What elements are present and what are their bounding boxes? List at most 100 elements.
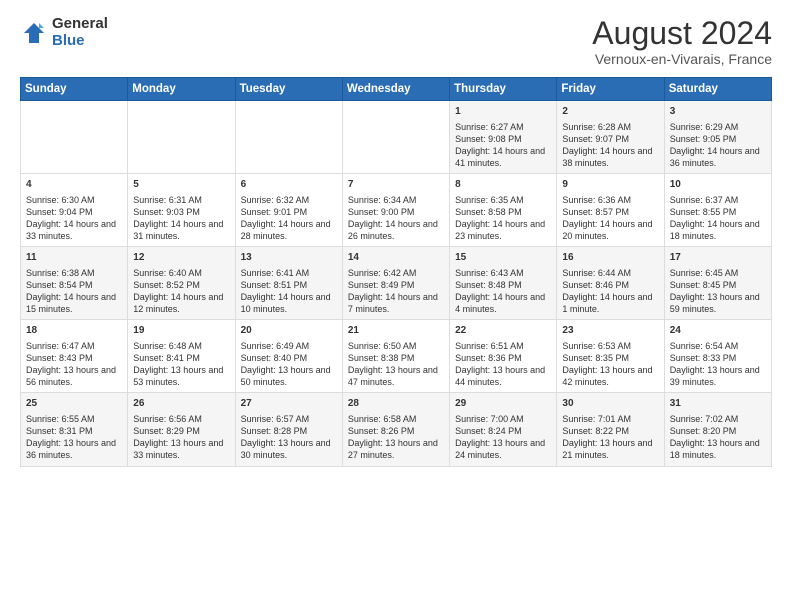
- cell-content: Sunrise: 6:40 AM Sunset: 8:52 PM Dayligh…: [133, 267, 230, 316]
- cell-content: Sunrise: 6:34 AM Sunset: 9:00 PM Dayligh…: [348, 194, 445, 243]
- day-number: 26: [133, 397, 230, 411]
- cell-content: Sunrise: 6:31 AM Sunset: 9:03 PM Dayligh…: [133, 194, 230, 243]
- calendar-cell: 7Sunrise: 6:34 AM Sunset: 9:00 PM Daylig…: [342, 174, 449, 247]
- calendar-cell: 10Sunrise: 6:37 AM Sunset: 8:55 PM Dayli…: [664, 174, 771, 247]
- cell-content: Sunrise: 6:42 AM Sunset: 8:49 PM Dayligh…: [348, 267, 445, 316]
- calendar-cell: 6Sunrise: 6:32 AM Sunset: 9:01 PM Daylig…: [235, 174, 342, 247]
- cell-content: Sunrise: 6:50 AM Sunset: 8:38 PM Dayligh…: [348, 340, 445, 389]
- calendar-body: 1 Sunrise: 6:27 AM Sunset: 9:08 PM Daylig…: [21, 101, 772, 466]
- day-number: 27: [241, 397, 338, 411]
- weekday-header: Tuesday: [235, 78, 342, 101]
- day-number: 29: [455, 397, 552, 411]
- weekday-header: Friday: [557, 78, 664, 101]
- logo-blue: Blue: [52, 33, 108, 50]
- day-number: 5: [133, 178, 230, 192]
- day-number: 15: [455, 251, 552, 265]
- day-number: 11: [26, 251, 123, 265]
- weekday-header: Wednesday: [342, 78, 449, 101]
- calendar-cell: 19 Sunrise: 6:48 AM Sunset: 8:41 PM Dayli…: [128, 320, 235, 393]
- cell-content: Sunrise: 7:01 AM Sunset: 8:22 PM Dayligh…: [562, 413, 659, 462]
- day-number: 4: [26, 178, 123, 192]
- calendar-cell: 13Sunrise: 6:41 AM Sunset: 8:51 PM Dayli…: [235, 247, 342, 320]
- calendar-cell: [235, 101, 342, 174]
- calendar-cell: 21 Sunrise: 6:50 AM Sunset: 8:38 PM Dayli…: [342, 320, 449, 393]
- calendar-cell: 25Sunrise: 6:55 AM Sunset: 8:31 PM Dayli…: [21, 393, 128, 466]
- calendar-week-row: 18 Sunrise: 6:47 AM Sunset: 8:43 PM Dayli…: [21, 320, 772, 393]
- day-number: 28: [348, 397, 445, 411]
- calendar-cell: 30 Sunrise: 7:01 AM Sunset: 8:22 PM Dayli…: [557, 393, 664, 466]
- day-number: 10: [670, 178, 767, 192]
- calendar-cell: 18 Sunrise: 6:47 AM Sunset: 8:43 PM Dayli…: [21, 320, 128, 393]
- cell-content: Sunrise: 6:53 AM Sunset: 8:35 PM Dayligh…: [562, 340, 659, 389]
- cell-content: Sunrise: 6:57 AM Sunset: 8:28 PM Dayligh…: [241, 413, 338, 462]
- day-number: 9: [562, 178, 659, 192]
- weekday-header: Saturday: [664, 78, 771, 101]
- day-number: 21: [348, 324, 445, 338]
- cell-content: Sunrise: 6:56 AM Sunset: 8:29 PM Dayligh…: [133, 413, 230, 462]
- cell-content: Sunrise: 6:44 AM Sunset: 8:46 PM Dayligh…: [562, 267, 659, 316]
- cell-content: Sunrise: 6:43 AM Sunset: 8:48 PM Dayligh…: [455, 267, 552, 316]
- calendar-table: SundayMondayTuesdayWednesdayThursdayFrid…: [20, 77, 772, 466]
- weekday-row: SundayMondayTuesdayWednesdayThursdayFrid…: [21, 78, 772, 101]
- calendar-cell: 31Sunrise: 7:02 AM Sunset: 8:20 PM Dayli…: [664, 393, 771, 466]
- calendar-cell: 3Sunrise: 6:29 AM Sunset: 9:05 PM Daylig…: [664, 101, 771, 174]
- title-block: August 2024 Vernoux-en-Vivarais, France: [592, 16, 772, 67]
- day-number: 22: [455, 324, 552, 338]
- day-number: 1: [455, 105, 552, 119]
- weekday-header: Monday: [128, 78, 235, 101]
- logo-general: General: [52, 16, 108, 33]
- weekday-header: Thursday: [450, 78, 557, 101]
- day-number: 14: [348, 251, 445, 265]
- day-number: 6: [241, 178, 338, 192]
- cell-content: Sunrise: 6:36 AM Sunset: 8:57 PM Dayligh…: [562, 194, 659, 243]
- day-number: 16: [562, 251, 659, 265]
- day-number: 18: [26, 324, 123, 338]
- cell-content: Sunrise: 6:45 AM Sunset: 8:45 PM Dayligh…: [670, 267, 767, 316]
- calendar-cell: 12 Sunrise: 6:40 AM Sunset: 8:52 PM Dayli…: [128, 247, 235, 320]
- calendar-cell: [128, 101, 235, 174]
- calendar-cell: 17 Sunrise: 6:45 AM Sunset: 8:45 PM Dayli…: [664, 247, 771, 320]
- calendar-cell: 16 Sunrise: 6:44 AM Sunset: 8:46 PM Dayli…: [557, 247, 664, 320]
- calendar-week-row: 25Sunrise: 6:55 AM Sunset: 8:31 PM Dayli…: [21, 393, 772, 466]
- day-number: 19: [133, 324, 230, 338]
- day-number: 12: [133, 251, 230, 265]
- cell-content: Sunrise: 6:27 AM Sunset: 9:08 PM Dayligh…: [455, 121, 552, 170]
- logo-icon: [20, 19, 48, 47]
- calendar-cell: 26 Sunrise: 6:56 AM Sunset: 8:29 PM Dayli…: [128, 393, 235, 466]
- calendar-cell: 27 Sunrise: 6:57 AM Sunset: 8:28 PM Dayli…: [235, 393, 342, 466]
- cell-content: Sunrise: 6:49 AM Sunset: 8:40 PM Dayligh…: [241, 340, 338, 389]
- cell-content: Sunrise: 6:28 AM Sunset: 9:07 PM Dayligh…: [562, 121, 659, 170]
- logo-text: General Blue: [52, 16, 108, 49]
- calendar-cell: 4Sunrise: 6:30 AM Sunset: 9:04 PM Daylig…: [21, 174, 128, 247]
- cell-content: Sunrise: 6:51 AM Sunset: 8:36 PM Dayligh…: [455, 340, 552, 389]
- calendar-cell: 9 Sunrise: 6:36 AM Sunset: 8:57 PM Daylig…: [557, 174, 664, 247]
- calendar-cell: [342, 101, 449, 174]
- calendar-cell: 20Sunrise: 6:49 AM Sunset: 8:40 PM Dayli…: [235, 320, 342, 393]
- cell-content: Sunrise: 6:29 AM Sunset: 9:05 PM Dayligh…: [670, 121, 767, 170]
- calendar-week-row: 4Sunrise: 6:30 AM Sunset: 9:04 PM Daylig…: [21, 174, 772, 247]
- page: General Blue August 2024 Vernoux-en-Viva…: [0, 0, 792, 612]
- cell-content: Sunrise: 6:47 AM Sunset: 8:43 PM Dayligh…: [26, 340, 123, 389]
- calendar-cell: 5 Sunrise: 6:31 AM Sunset: 9:03 PM Daylig…: [128, 174, 235, 247]
- cell-content: Sunrise: 7:00 AM Sunset: 8:24 PM Dayligh…: [455, 413, 552, 462]
- logo: General Blue: [20, 16, 108, 49]
- calendar-cell: 29 Sunrise: 7:00 AM Sunset: 8:24 PM Dayli…: [450, 393, 557, 466]
- calendar-cell: 8Sunrise: 6:35 AM Sunset: 8:58 PM Daylig…: [450, 174, 557, 247]
- cell-content: Sunrise: 6:35 AM Sunset: 8:58 PM Dayligh…: [455, 194, 552, 243]
- day-number: 30: [562, 397, 659, 411]
- header: General Blue August 2024 Vernoux-en-Viva…: [20, 16, 772, 67]
- calendar-cell: 2Sunrise: 6:28 AM Sunset: 9:07 PM Daylig…: [557, 101, 664, 174]
- calendar-cell: 22 Sunrise: 6:51 AM Sunset: 8:36 PM Dayli…: [450, 320, 557, 393]
- calendar-cell: 24Sunrise: 6:54 AM Sunset: 8:33 PM Dayli…: [664, 320, 771, 393]
- day-number: 25: [26, 397, 123, 411]
- cell-content: Sunrise: 6:38 AM Sunset: 8:54 PM Dayligh…: [26, 267, 123, 316]
- calendar-cell: 28Sunrise: 6:58 AM Sunset: 8:26 PM Dayli…: [342, 393, 449, 466]
- day-number: 17: [670, 251, 767, 265]
- cell-content: Sunrise: 6:48 AM Sunset: 8:41 PM Dayligh…: [133, 340, 230, 389]
- day-number: 13: [241, 251, 338, 265]
- calendar-week-row: 11 Sunrise: 6:38 AM Sunset: 8:54 PM Dayli…: [21, 247, 772, 320]
- calendar-cell: 23Sunrise: 6:53 AM Sunset: 8:35 PM Dayli…: [557, 320, 664, 393]
- cell-content: Sunrise: 7:02 AM Sunset: 8:20 PM Dayligh…: [670, 413, 767, 462]
- calendar-header: SundayMondayTuesdayWednesdayThursdayFrid…: [21, 78, 772, 101]
- weekday-header: Sunday: [21, 78, 128, 101]
